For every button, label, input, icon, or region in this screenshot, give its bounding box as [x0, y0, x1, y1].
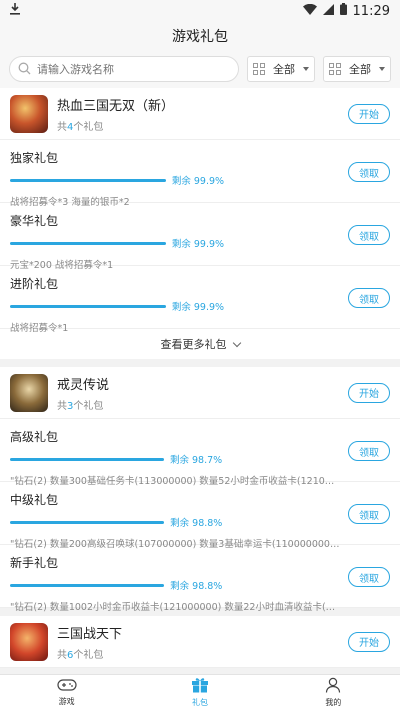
claim-button[interactable]: 领取 — [348, 288, 390, 308]
game-title: 三国战天下 — [57, 626, 123, 642]
chevron-down-icon — [232, 338, 241, 347]
status-time: 11:29 — [352, 3, 390, 19]
bottom-tab-bar: 游戏 礼包 我的 — [0, 674, 400, 710]
pack-desc: "钻石(2) 数量1002小时金币收益卡(121000000) 数量22小时血清… — [10, 602, 340, 613]
game-title: 热血三国无双（新） — [57, 98, 175, 114]
gift-pack: 新手礼包 剩余 98.8% "钻石(2) 数量1002小时金币收益卡(12100… — [0, 545, 400, 613]
battery-icon — [339, 3, 347, 19]
status-bar: 11:29 — [0, 0, 400, 22]
pack-name: 进阶礼包 — [10, 277, 59, 291]
remain-bar — [10, 304, 166, 308]
pack-name: 独家礼包 — [10, 151, 59, 165]
search-box[interactable] — [9, 56, 239, 82]
gift-pack: 高级礼包 剩余 98.7% "钻石(2) 数量300基础任务卡(11300000… — [0, 419, 400, 487]
remain-text: 剩余 98.7% — [169, 455, 223, 466]
gift-pack: 中级礼包 剩余 98.8% "钻石(2) 数量200高级召唤球(10700000… — [0, 482, 400, 550]
claim-button[interactable]: 领取 — [348, 162, 390, 182]
game-header: 戒灵传说 共3个礼包 开始 — [0, 367, 400, 419]
pack-name: 高级礼包 — [10, 430, 59, 444]
start-button[interactable]: 开始 — [348, 631, 390, 652]
remain-text: 剩余 99.9% — [171, 239, 225, 250]
download-icon — [10, 3, 20, 19]
claim-button[interactable]: 领取 — [348, 567, 390, 587]
tab-games[interactable]: 游戏 — [0, 675, 133, 710]
filter-select-1[interactable]: 全部 — [247, 56, 315, 82]
filter-select-1-label: 全部 — [273, 63, 295, 76]
tab-mine[interactable]: 我的 — [267, 675, 400, 710]
game-card: 戒灵传说 共3个礼包 开始 高级礼包 剩余 98.7% "钻石(2) 数量300… — [0, 367, 400, 613]
tab-gifts[interactable]: 礼包 — [133, 675, 266, 710]
pack-name: 新手礼包 — [10, 556, 59, 570]
game-icon-rexue — [10, 94, 48, 133]
claim-button[interactable]: 领取 — [348, 504, 390, 524]
game-header: 三国战天下 共6个礼包 开始 — [0, 616, 400, 668]
game-card: 三国战天下 共6个礼包 开始 — [0, 616, 400, 668]
gift-pack: 进阶礼包 剩余 99.9% 战将招募令*1 领取 — [0, 266, 400, 334]
page-header: 游戏礼包 — [0, 22, 400, 50]
grid-search-icon — [329, 63, 341, 75]
remain-bar — [10, 241, 166, 245]
tab-gifts-label: 礼包 — [191, 698, 208, 707]
gift-pack: 豪华礼包 剩余 99.9% 元宝*200 战将招募令*1 领取 — [0, 203, 400, 271]
game-pack-count: 共6个礼包 — [57, 649, 104, 661]
filter-select-2[interactable]: 全部 — [323, 56, 391, 82]
tab-games-label: 游戏 — [58, 697, 75, 706]
remain-text: 剩余 99.9% — [171, 302, 225, 313]
game-title: 戒灵传说 — [57, 377, 110, 393]
gift-list[interactable]: 热血三国无双（新） 共4个礼包 开始 独家礼包 剩余 99.9% 战将招募令*3… — [0, 88, 400, 674]
game-pack-count: 共3个礼包 — [57, 400, 104, 412]
page-title: 游戏礼包 — [172, 29, 228, 45]
claim-button[interactable]: 领取 — [348, 225, 390, 245]
claim-button[interactable]: 领取 — [348, 441, 390, 461]
pack-name: 豪华礼包 — [10, 214, 59, 228]
remain-bar — [10, 583, 165, 587]
game-header: 热血三国无双（新） 共4个礼包 开始 — [0, 88, 400, 140]
pack-desc: 战将招募令*1 — [10, 323, 69, 334]
game-card: 热血三国无双（新） 共4个礼包 开始 独家礼包 剩余 99.9% 战将招募令*3… — [0, 88, 400, 359]
user-icon — [325, 677, 341, 695]
start-button[interactable]: 开始 — [348, 103, 390, 124]
remain-bar — [10, 178, 166, 182]
game-icon-sanguo — [10, 622, 48, 661]
remain-text: 剩余 98.8% — [170, 581, 223, 592]
gift-icon — [191, 677, 209, 695]
start-button[interactable]: 开始 — [348, 382, 390, 403]
pack-name: 中级礼包 — [10, 493, 59, 507]
search-input[interactable] — [37, 62, 230, 76]
remain-text: 剩余 99.9% — [171, 176, 225, 187]
game-pack-count: 共4个礼包 — [57, 121, 104, 133]
gift-pack: 独家礼包 剩余 99.9% 战将招募令*3 海量的银币*2 领取 — [0, 140, 400, 208]
wifi-icon — [302, 3, 317, 19]
view-more-label: 查看更多礼包 — [160, 338, 227, 351]
game-icon-jieling — [10, 373, 48, 412]
caret-down-icon — [303, 67, 309, 71]
signal-icon — [322, 3, 334, 19]
tab-mine-label: 我的 — [325, 698, 342, 707]
filter-bar: 全部 全部 — [0, 50, 400, 88]
search-icon — [18, 60, 31, 79]
filter-select-2-label: 全部 — [349, 63, 371, 76]
remain-bar — [10, 457, 164, 461]
caret-down-icon — [379, 67, 385, 71]
remain-bar — [10, 520, 165, 524]
gamepad-icon — [57, 678, 77, 694]
remain-text: 剩余 98.8% — [170, 518, 223, 529]
grid-icon — [253, 63, 265, 75]
